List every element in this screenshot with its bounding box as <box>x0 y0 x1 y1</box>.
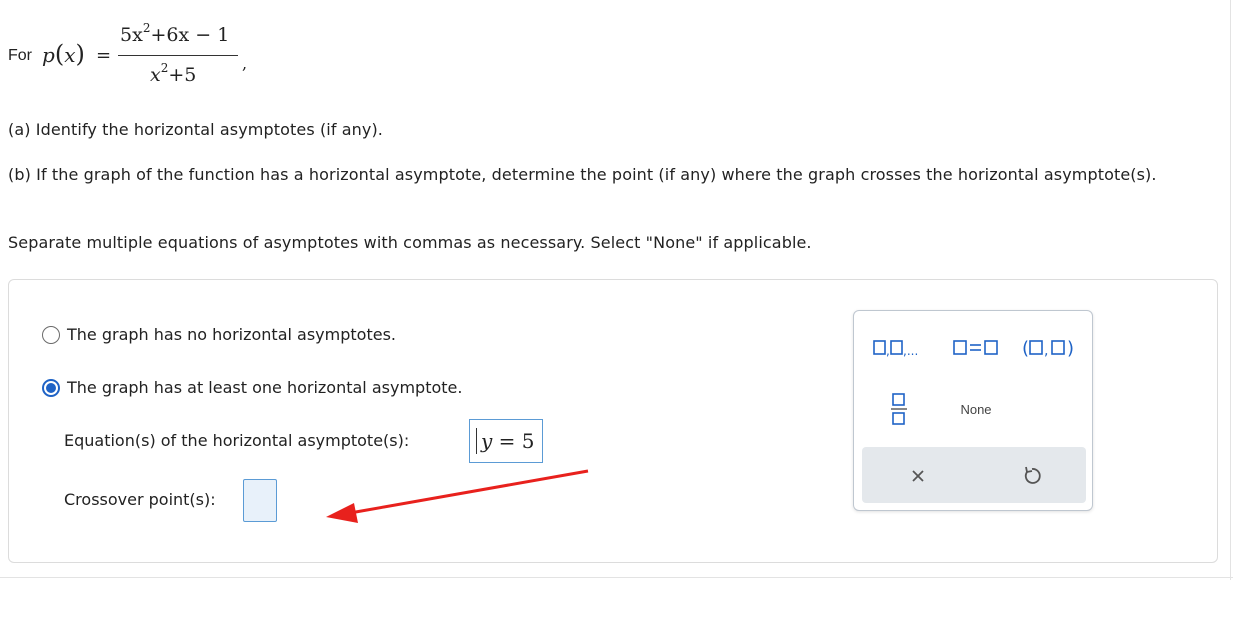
fraction-bar <box>118 55 238 56</box>
clear-button[interactable] <box>898 459 938 493</box>
option-no-asymptotes-label: The graph has no horizontal asymptotes. <box>67 325 396 344</box>
undo-icon <box>1024 466 1041 484</box>
red-arrow-annotation <box>326 469 589 523</box>
instructions-text: Separate multiple equations of asymptote… <box>8 233 812 252</box>
svg-text:,: , <box>886 344 890 358</box>
option-no-asymptotes[interactable]: The graph has no horizontal asymptotes. <box>42 325 396 344</box>
undo-button[interactable] <box>1012 459 1052 493</box>
option-has-asymptote-label: The graph has at least one horizontal as… <box>67 378 463 397</box>
math-palette: , ,... ( , ) None <box>853 310 1093 511</box>
equation-button[interactable] <box>948 333 1004 363</box>
svg-text:): ) <box>1067 338 1074 359</box>
bottom-divider <box>0 577 1233 578</box>
function-definition: For p(x) = 5x2+6x − 1 x2+5 , <box>8 18 408 98</box>
function-notation: p(x) <box>42 40 85 68</box>
crossover-label: Crossover point(s): <box>64 490 216 509</box>
list-icon: , ,... <box>873 340 918 358</box>
option-has-asymptote[interactable]: The graph has at least one horizontal as… <box>42 378 462 397</box>
svg-text:,: , <box>1044 343 1048 359</box>
part-b-text: (b) If the graph of the function has a h… <box>8 165 1157 184</box>
for-label: For <box>8 47 32 64</box>
clear-icon <box>912 470 924 482</box>
equals-sign: = <box>96 45 112 66</box>
crossover-input[interactable] <box>243 479 277 522</box>
equation-input[interactable]: y = 5 <box>469 419 543 463</box>
fraction-icon <box>891 393 907 425</box>
radio-no-asymptotes[interactable] <box>42 325 60 344</box>
comma: , <box>242 54 248 73</box>
fraction-button[interactable] <box>882 389 916 429</box>
radio-has-asymptote[interactable] <box>42 378 60 397</box>
ordered-pair-button[interactable]: ( , ) <box>1018 333 1082 363</box>
palette-footer <box>862 447 1086 503</box>
svg-text:,...: ,... <box>903 344 918 358</box>
none-button[interactable]: None <box>948 395 1004 423</box>
equation-icon <box>953 340 998 355</box>
ordered-pair-icon: ( , ) <box>1022 338 1074 359</box>
list-button[interactable]: , ,... <box>868 333 928 363</box>
right-divider <box>1230 0 1231 580</box>
numerator: 5x2+6x − 1 <box>120 21 230 46</box>
part-a-text: (a) Identify the horizontal asymptotes (… <box>8 120 383 139</box>
svg-text:(: ( <box>1022 338 1029 359</box>
denominator: x2+5 <box>150 61 197 86</box>
text-caret <box>476 428 477 454</box>
equation-label: Equation(s) of the horizontal asymptote(… <box>64 431 410 450</box>
equation-value: y = 5 <box>481 429 535 453</box>
